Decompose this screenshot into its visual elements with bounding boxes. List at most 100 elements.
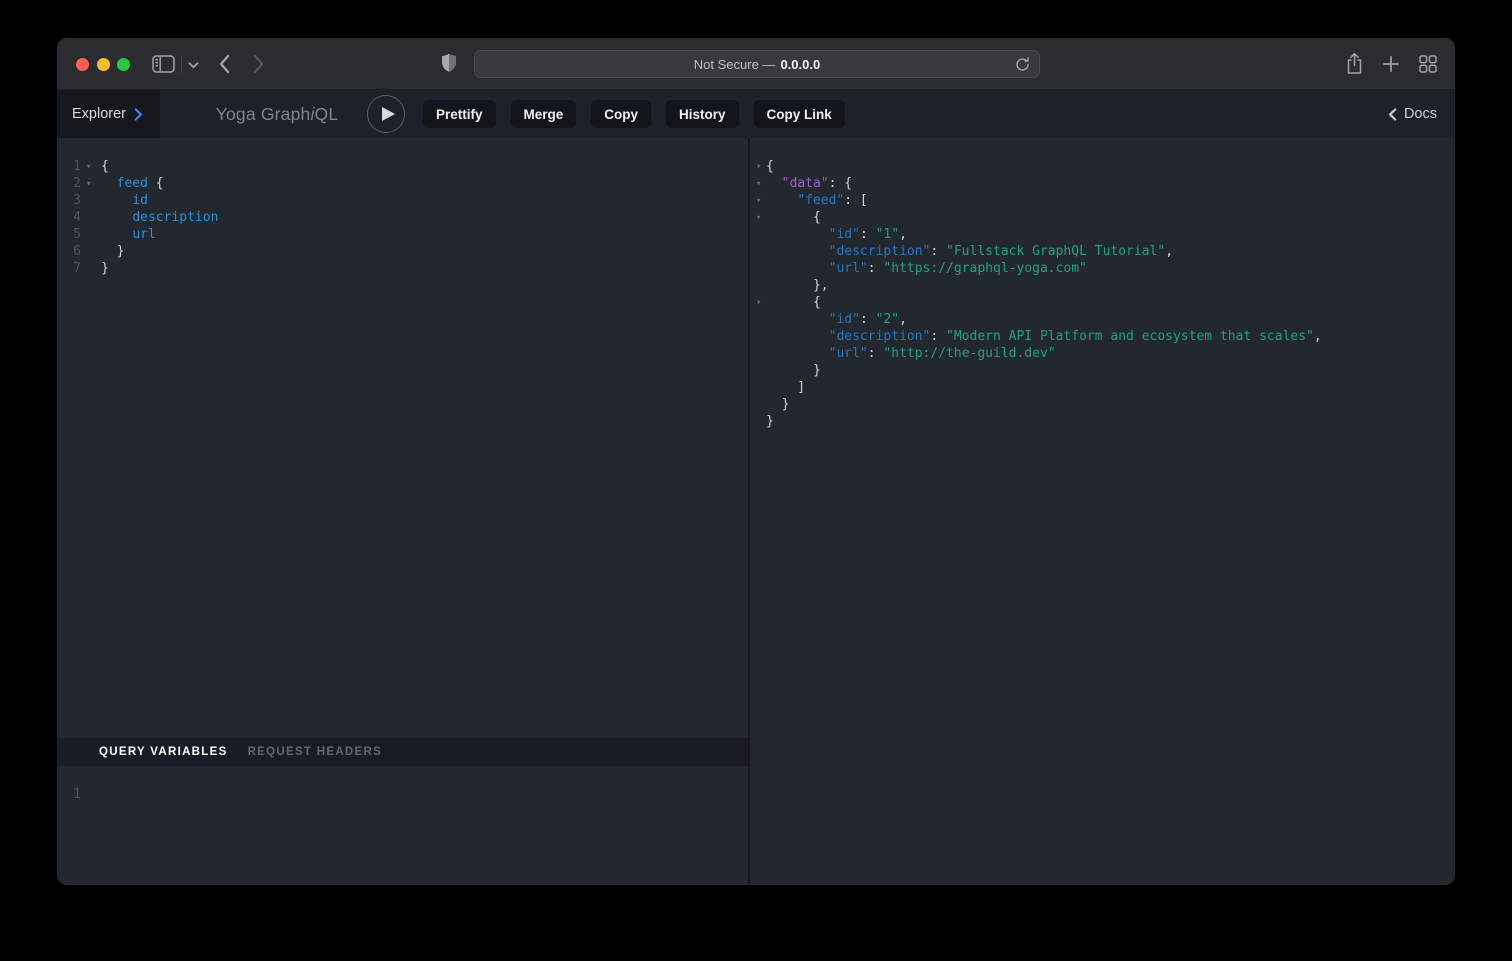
code-line: } (750, 413, 1455, 430)
left-pane: 1▾{2▾ feed {3 id4 description5 url6 }7} … (57, 138, 748, 885)
code-text: { (766, 209, 821, 226)
code-text: feed { (101, 175, 164, 192)
line-number: 5 (57, 226, 81, 243)
response-viewer: ▾{▾ "data": {▾ "feed": [▾ { "id": "1", "… (750, 138, 1455, 885)
line-number: 3 (57, 192, 81, 209)
copy-button[interactable]: Copy (591, 100, 651, 128)
merge-button[interactable]: Merge (511, 100, 577, 128)
fold-arrow-icon[interactable]: ▾ (756, 210, 761, 227)
history-button[interactable]: History (666, 100, 739, 128)
title-part: QL (315, 104, 339, 125)
code-text: { (101, 158, 109, 175)
code-text: "description": "Modern API Platform and … (766, 328, 1322, 345)
fold-arrow-icon[interactable]: ▾ (756, 193, 761, 210)
code-text: "url": "http://the-guild.dev" (766, 345, 1056, 362)
line-number: 2 (57, 175, 81, 192)
close-window-button[interactable] (76, 58, 89, 71)
code-line: 3 id (57, 192, 748, 209)
code-line: } (750, 396, 1455, 413)
docs-button[interactable]: Docs (1388, 90, 1437, 138)
code-text: "url": "https://graphql-yoga.com" (766, 260, 1087, 277)
sidebar-chevron-down-icon[interactable] (188, 62, 199, 69)
desktop-background: Not Secure — 0.0.0.0 (0, 0, 1512, 961)
share-icon[interactable] (1345, 52, 1364, 75)
query-variables-editor[interactable]: 1 (57, 766, 748, 885)
fold-arrow-icon[interactable]: ▾ (756, 159, 761, 176)
code-text: } (101, 243, 124, 260)
toolbar-buttons: Prettify Merge Copy History Copy Link (423, 100, 845, 128)
code-line: "id": "2", (750, 311, 1455, 328)
code-line: "url": "http://the-guild.dev" (750, 345, 1455, 362)
tab-query-variables[interactable]: QUERY VARIABLES (99, 746, 228, 758)
code-line: "description": "Modern API Platform and … (750, 328, 1455, 345)
chevron-right-icon (134, 108, 143, 121)
code-line: }, (750, 277, 1455, 294)
page-title: Yoga GraphiQL (177, 90, 377, 138)
sidebar-toggle-icon[interactable] (152, 55, 175, 73)
code-text: "data": { (766, 175, 852, 192)
code-text: description (101, 209, 218, 226)
code-line: ] (750, 379, 1455, 396)
code-line: ▾ "feed": [ (750, 192, 1455, 209)
code-text: } (101, 260, 109, 277)
code-line: "url": "https://graphql-yoga.com" (750, 260, 1455, 277)
reload-icon[interactable] (1015, 57, 1030, 72)
docs-label: Docs (1404, 106, 1437, 122)
code-text: { (766, 294, 821, 311)
copy-link-button[interactable]: Copy Link (754, 100, 845, 128)
response-lines: ▾{▾ "data": {▾ "feed": [▾ { "id": "1", "… (750, 158, 1455, 430)
explorer-toggle[interactable]: Explorer (57, 90, 160, 138)
play-icon (382, 107, 395, 121)
browser-window: Not Secure — 0.0.0.0 (57, 38, 1455, 885)
tab-overview-grid-icon[interactable] (1419, 55, 1437, 73)
code-text: } (766, 396, 789, 413)
code-text: { (766, 158, 774, 175)
fold-arrow-icon[interactable]: ▾ (756, 295, 761, 312)
code-line: ▾ "data": { (750, 175, 1455, 192)
query-editor[interactable]: 1▾{2▾ feed {3 id4 description5 url6 }7} (57, 138, 748, 738)
code-text: url (101, 226, 156, 243)
traffic-lights (76, 58, 130, 71)
address-bar[interactable]: Not Secure — 0.0.0.0 (474, 50, 1040, 78)
fold-arrow-icon[interactable]: ▾ (86, 159, 91, 176)
line-number: 7 (57, 260, 81, 277)
code-line: 2 ▾ feed { (57, 175, 748, 192)
tab-request-headers[interactable]: REQUEST HEADERS (248, 746, 383, 758)
code-text: ] (766, 379, 805, 396)
code-text: "feed": [ (766, 192, 868, 209)
url-host: 0.0.0.0 (780, 57, 820, 72)
code-line: "id": "1", (750, 226, 1455, 243)
secondary-editor-tabs[interactable]: QUERY VARIABLES REQUEST HEADERS (57, 738, 748, 766)
code-line: 7} (57, 260, 748, 277)
explorer-label: Explorer (72, 106, 126, 122)
minimize-window-button[interactable] (97, 58, 110, 71)
browser-titlebar: Not Secure — 0.0.0.0 (57, 38, 1455, 90)
security-label: Not Secure — (694, 57, 776, 72)
new-tab-plus-icon[interactable] (1383, 56, 1399, 72)
zoom-window-button[interactable] (117, 58, 130, 71)
code-text: } (766, 362, 821, 379)
fold-arrow-icon[interactable]: ▾ (86, 176, 91, 193)
code-line: ▾ { (750, 209, 1455, 226)
code-line: ▾ { (750, 294, 1455, 311)
privacy-shield-icon[interactable] (441, 53, 457, 73)
code-line: 1 (57, 786, 748, 803)
graphiql-toolbar: Explorer Yoga GraphiQL Prettify Merge Copy… (57, 90, 1455, 138)
code-line: 6 } (57, 243, 748, 260)
code-text: "id": "2", (766, 311, 907, 328)
line-number: 1 (57, 786, 81, 803)
editor-area: 1▾{2▾ feed {3 id4 description5 url6 }7} … (57, 138, 1455, 885)
code-line: } (750, 362, 1455, 379)
title-part: Yoga Graph (216, 104, 311, 125)
line-number: 4 (57, 209, 81, 226)
line-number: 1 (57, 158, 81, 175)
code-line: "description": "Fullstack GraphQL Tutori… (750, 243, 1455, 260)
forward-button-icon[interactable] (253, 54, 265, 74)
code-text: } (766, 413, 774, 430)
prettify-button[interactable]: Prettify (423, 100, 496, 128)
execute-query-button[interactable] (367, 95, 405, 133)
code-text: id (101, 192, 148, 209)
fold-arrow-icon[interactable]: ▾ (756, 176, 761, 193)
code-line: 4 description (57, 209, 748, 226)
back-button-icon[interactable] (218, 54, 230, 74)
